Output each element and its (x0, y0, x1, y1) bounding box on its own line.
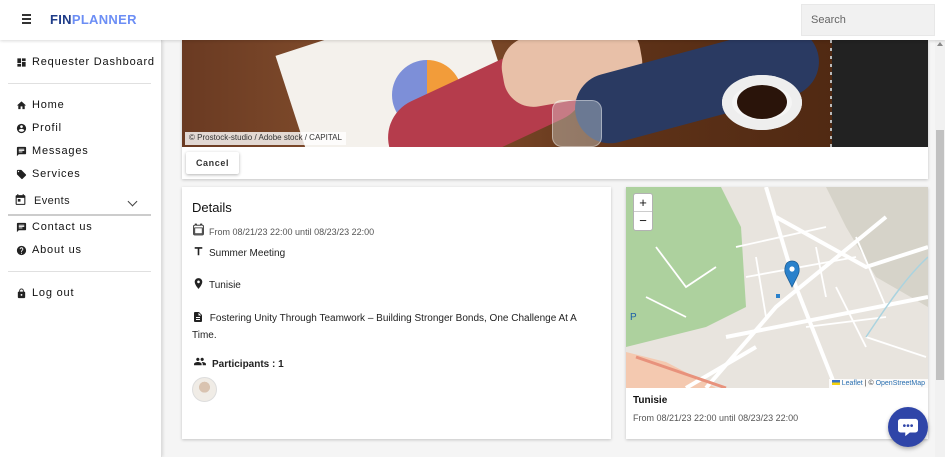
zoom-out-button[interactable]: − (634, 212, 652, 230)
tag-icon (16, 169, 27, 180)
home-icon (16, 100, 27, 111)
sidebar-item-label: Home (32, 99, 65, 111)
logo-part-fin: FIN (50, 12, 72, 27)
sidebar-divider (8, 271, 151, 272)
chat-icon (16, 222, 27, 233)
chat-icon (16, 146, 27, 157)
image-credit: © Prostock-studio / Adobe stock / CAPITA… (185, 132, 346, 145)
sidebar-item-contact-us[interactable]: Contact us (16, 221, 93, 233)
sidebar-item-messages[interactable]: Messages (16, 145, 89, 157)
sidebar-item-log-out[interactable]: Log out (16, 287, 74, 299)
details-heading: Details (192, 200, 232, 215)
event-location-row: Tunisie (192, 277, 241, 291)
sidebar-item-label: Log out (32, 287, 75, 299)
event-details-card: Details From 08/21/23 22:00 until 08/23/… (182, 187, 611, 439)
sidebar-item-about-us[interactable]: About us (16, 244, 82, 256)
event-image-card: © Prostock-studio / Adobe stock / CAPITA… (182, 40, 928, 179)
sidebar-item-requester-dashboard[interactable]: Requester Dashboard (16, 56, 155, 68)
event-name-row: Summer Meeting (192, 245, 285, 259)
map-attribution: Leaflet | © OpenStreetMap (828, 379, 928, 388)
help-circle-icon (16, 245, 27, 256)
leaflet-link[interactable]: Leaflet (842, 380, 863, 387)
event-location: Tunisie (209, 280, 241, 291)
sidebar-item-label: Events (34, 195, 71, 207)
event-description: Fostering Unity Through Teamwork – Build… (192, 313, 577, 341)
dashboard-icon (16, 57, 27, 68)
calendar-icon (14, 193, 27, 211)
ukraine-flag-icon (831, 380, 840, 385)
app-logo[interactable]: FINPLANNER (50, 12, 137, 27)
event-dates: From 08/21/23 22:00 until 08/23/23 22:00 (209, 227, 375, 237)
page-scrollbar[interactable] (935, 40, 945, 457)
scrollbar-thumb[interactable] (936, 130, 944, 380)
location-pin-icon (192, 277, 205, 290)
location-map[interactable]: P + − Leaflet | © OpenStreetMap (626, 187, 928, 388)
map-event-dates: From 08/21/23 22:00 until 08/23/23 22:00 (633, 413, 799, 423)
sidebar-item-services[interactable]: Services (16, 168, 81, 180)
chevron-down-icon[interactable] (127, 196, 138, 207)
sidebar-item-label: Messages (32, 145, 89, 157)
sidebar-item-label: Requester Dashboard (32, 56, 155, 68)
document-icon (192, 311, 204, 328)
calendar-icon (192, 223, 205, 236)
participants-count: Participants : 1 (212, 359, 284, 370)
map-tiles: P (626, 187, 928, 388)
search-input[interactable] (801, 4, 935, 36)
sidebar-divider (8, 83, 151, 84)
sidebar-item-label: Profil (32, 122, 62, 134)
sidebar: Requester Dashboard Home Profil Messages… (0, 40, 162, 457)
account-circle-icon (16, 123, 27, 134)
map-location-title: Tunisie (633, 395, 668, 406)
sidebar-item-events[interactable]: Events (8, 184, 151, 216)
lock-icon (16, 287, 27, 299)
event-name: Summer Meeting (209, 248, 286, 259)
svg-text:P: P (630, 312, 637, 323)
top-app-bar: FINPLANNER (0, 0, 945, 40)
zoom-in-button[interactable]: + (634, 194, 652, 212)
sidebar-item-label: Contact us (32, 221, 93, 233)
map-zoom-control: + − (633, 193, 653, 231)
scroll-up-arrow-icon[interactable] (937, 42, 943, 46)
title-icon (192, 245, 205, 258)
sidebar-item-profil[interactable]: Profil (16, 122, 62, 134)
event-description-row: Fostering Unity Through Teamwork – Build… (192, 311, 592, 343)
group-icon (192, 355, 208, 368)
menu-icon[interactable] (20, 12, 36, 28)
participant-avatar[interactable] (192, 377, 217, 402)
openstreetmap-link[interactable]: OpenStreetMap (876, 380, 925, 387)
attribution-separator: | © (862, 380, 876, 387)
sidebar-item-label: About us (32, 244, 82, 256)
chat-support-button[interactable] (888, 407, 928, 447)
logo-part-planner: PLANNER (71, 12, 137, 27)
event-map-card: P + − Leaflet | © OpenStreetMap Tunisie … (626, 187, 928, 439)
chat-bubble-icon (898, 418, 918, 437)
sidebar-item-home[interactable]: Home (16, 99, 65, 111)
cancel-button[interactable]: Cancel (186, 152, 239, 174)
event-banner-image: © Prostock-studio / Adobe stock / CAPITA… (182, 40, 928, 147)
sidebar-item-label: Services (32, 168, 81, 180)
participants-row: Participants : 1 (192, 355, 284, 370)
event-dates-row: From 08/21/23 22:00 until 08/23/23 22:00 (192, 223, 374, 237)
